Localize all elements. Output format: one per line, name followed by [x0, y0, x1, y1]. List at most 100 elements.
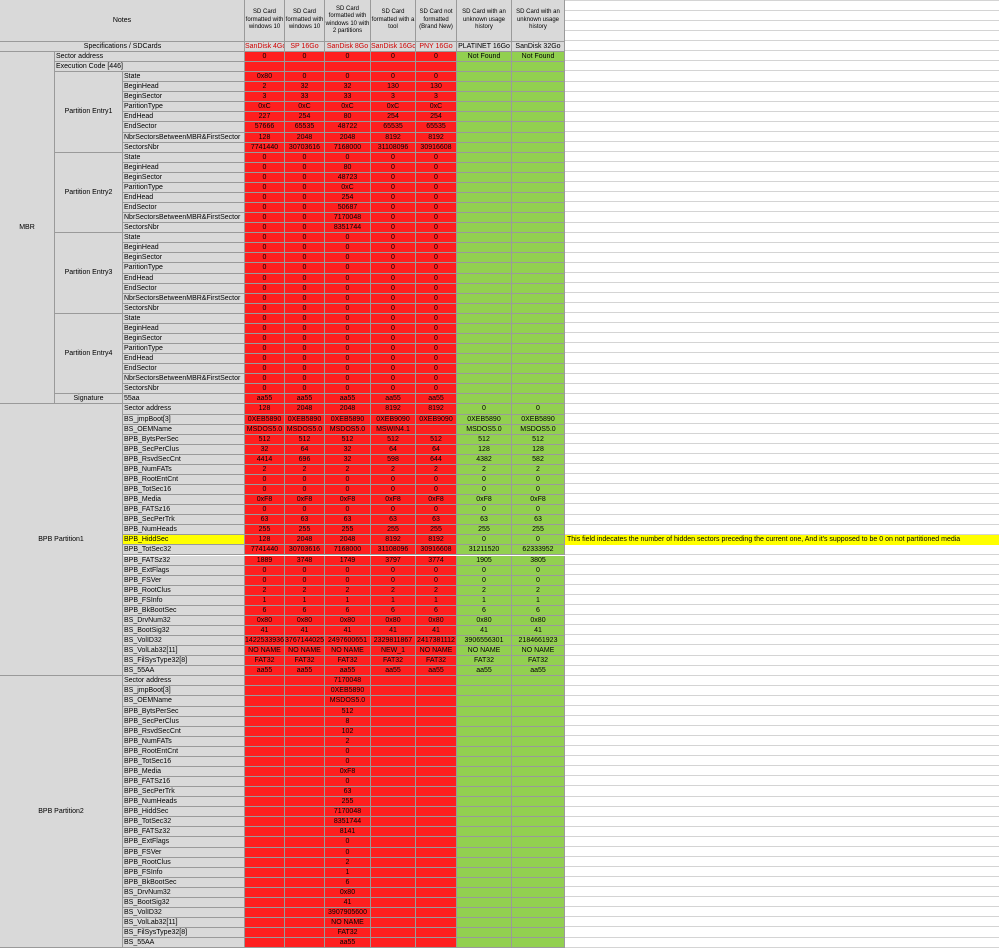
value-cell[interactable]: 0: [416, 223, 457, 234]
value-cell[interactable]: 0: [512, 485, 565, 496]
field-label[interactable]: BPB_FSVer: [123, 575, 245, 586]
value-cell[interactable]: 0: [371, 172, 416, 183]
value-cell[interactable]: [512, 112, 565, 123]
value-cell[interactable]: 63: [245, 515, 285, 526]
field-label[interactable]: BPB_FATSz32: [123, 827, 245, 838]
column-description[interactable]: SD Card with an unknown usage history: [512, 0, 565, 42]
value-cell[interactable]: [285, 837, 325, 848]
value-cell[interactable]: [416, 756, 457, 767]
value-cell[interactable]: 1: [285, 595, 325, 606]
field-label[interactable]: Sector address: [55, 52, 245, 63]
value-cell[interactable]: 0: [416, 303, 457, 314]
value-cell[interactable]: 41: [325, 625, 371, 637]
value-cell[interactable]: 4382: [457, 454, 512, 465]
value-cell[interactable]: 0: [325, 565, 371, 576]
value-cell[interactable]: 0: [285, 333, 325, 345]
value-cell[interactable]: 0xF8: [371, 495, 416, 506]
value-cell[interactable]: 0: [371, 565, 416, 576]
value-cell[interactable]: 1: [416, 595, 457, 606]
value-cell[interactable]: 255: [371, 525, 416, 536]
value-cell[interactable]: NO NAME: [325, 918, 371, 929]
value-cell[interactable]: 2: [285, 585, 325, 596]
value-cell[interactable]: [457, 766, 512, 778]
value-cell[interactable]: [457, 233, 512, 244]
value-cell[interactable]: 0: [416, 364, 457, 375]
value-cell[interactable]: [371, 787, 416, 798]
field-label[interactable]: BPB_FATSz32: [123, 555, 245, 566]
value-cell[interactable]: 0: [325, 344, 371, 355]
value-cell[interactable]: 8192: [371, 535, 416, 546]
value-cell[interactable]: 0x80: [325, 887, 371, 898]
value-cell[interactable]: [416, 938, 457, 948]
value-cell[interactable]: [285, 736, 325, 747]
value-cell[interactable]: MSDOS5.0: [325, 696, 371, 707]
field-label[interactable]: EndHead: [123, 192, 245, 204]
value-cell[interactable]: 8192: [416, 132, 457, 143]
value-cell[interactable]: 8192: [416, 404, 457, 415]
value-cell[interactable]: 0: [371, 203, 416, 214]
field-label[interactable]: BPB_FSInfo: [123, 867, 245, 878]
field-label[interactable]: 55aa: [123, 394, 245, 405]
value-cell[interactable]: [457, 787, 512, 798]
value-cell[interactable]: 2: [325, 585, 371, 596]
field-label[interactable]: State: [123, 152, 245, 163]
value-cell[interactable]: aa55: [245, 666, 285, 677]
field-label[interactable]: BS_FilSysType32[8]: [123, 928, 245, 939]
value-cell[interactable]: 644: [416, 454, 457, 465]
value-cell[interactable]: 3: [416, 92, 457, 103]
value-cell[interactable]: [512, 62, 565, 73]
value-cell[interactable]: [371, 857, 416, 868]
value-cell[interactable]: 6: [371, 605, 416, 616]
value-cell[interactable]: 0: [245, 52, 285, 63]
field-label[interactable]: NbrSectorsBetweenMBR&FirstSector: [123, 374, 245, 385]
value-cell[interactable]: [457, 384, 512, 395]
value-cell[interactable]: 0: [245, 313, 285, 324]
value-cell[interactable]: 1: [512, 595, 565, 606]
value-cell[interactable]: 7170048: [325, 807, 371, 818]
value-cell[interactable]: 2497600651: [325, 636, 371, 647]
value-cell[interactable]: [371, 62, 416, 73]
value-cell[interactable]: 0: [245, 172, 285, 183]
value-cell[interactable]: 0: [285, 474, 325, 485]
value-cell[interactable]: [512, 797, 565, 808]
value-cell[interactable]: [371, 726, 416, 737]
field-label[interactable]: BeginSector: [123, 253, 245, 264]
value-cell[interactable]: [416, 62, 457, 73]
field-label[interactable]: BPB_NumFATs: [123, 464, 245, 475]
field-label[interactable]: BeginSector: [123, 172, 245, 183]
value-cell[interactable]: 33: [325, 92, 371, 103]
value-cell[interactable]: [285, 62, 325, 73]
value-cell[interactable]: [457, 797, 512, 808]
value-cell[interactable]: 41: [512, 625, 565, 637]
value-cell[interactable]: 7741440: [245, 142, 285, 153]
value-cell[interactable]: [512, 182, 565, 193]
value-cell[interactable]: 8: [325, 716, 371, 727]
value-cell[interactable]: 30703616: [285, 545, 325, 556]
value-cell[interactable]: 0: [325, 384, 371, 395]
field-label[interactable]: BeginHead: [123, 243, 245, 254]
value-cell[interactable]: [512, 676, 565, 687]
value-cell[interactable]: [512, 928, 565, 939]
value-cell[interactable]: [457, 223, 512, 234]
value-cell[interactable]: 0: [371, 323, 416, 334]
value-cell[interactable]: 2: [325, 857, 371, 868]
value-cell[interactable]: [371, 918, 416, 929]
value-cell[interactable]: 0: [285, 485, 325, 496]
field-label[interactable]: BeginHead: [123, 162, 245, 173]
value-cell[interactable]: [371, 847, 416, 858]
value-cell[interactable]: [371, 817, 416, 828]
value-cell[interactable]: 0: [325, 323, 371, 334]
value-cell[interactable]: 3767144025: [285, 636, 325, 647]
value-cell[interactable]: 0: [245, 474, 285, 485]
value-cell[interactable]: 0: [416, 233, 457, 244]
value-cell[interactable]: [512, 142, 565, 153]
value-cell[interactable]: 8192: [416, 535, 457, 546]
value-cell[interactable]: [416, 787, 457, 798]
value-cell[interactable]: 254: [416, 112, 457, 123]
value-cell[interactable]: [416, 716, 457, 727]
value-cell[interactable]: 255: [325, 797, 371, 808]
value-cell[interactable]: 512: [457, 434, 512, 445]
value-cell[interactable]: [512, 364, 565, 375]
value-cell[interactable]: [512, 887, 565, 898]
value-cell[interactable]: 0XEB9090: [371, 414, 416, 425]
